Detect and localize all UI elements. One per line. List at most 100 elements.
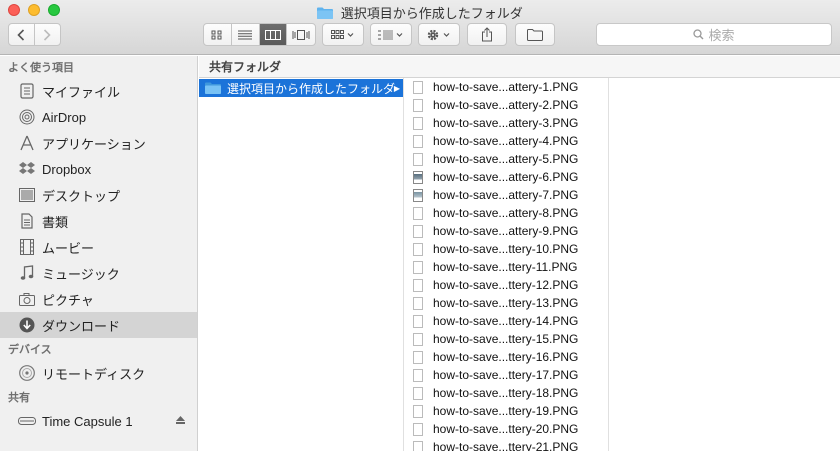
file-row[interactable]: how-to-save...ttery-21.PNG	[405, 438, 608, 451]
png-file-icon	[413, 386, 423, 400]
finder-column-2: how-to-save...attery-1.PNG how-to-save...…	[405, 78, 609, 451]
icon-view-icon	[211, 30, 222, 39]
column-view-button[interactable]	[259, 24, 288, 45]
selected-folder-row[interactable]: 選択項目から作成したフォルダ ▶	[199, 79, 403, 97]
file-row[interactable]: how-to-save...ttery-18.PNG	[405, 384, 608, 402]
sidebar-item-label: ダウンロード	[42, 318, 121, 334]
sidebar-item-pictures[interactable]: ピクチャ	[0, 286, 197, 312]
file-row[interactable]: how-to-save...attery-5.PNG	[405, 150, 608, 168]
file-name: how-to-save...ttery-21.PNG	[433, 440, 579, 451]
action-menu-button[interactable]	[418, 23, 460, 46]
file-row[interactable]: how-to-save...ttery-11.PNG	[405, 258, 608, 276]
png-file-icon	[413, 116, 423, 130]
file-row[interactable]: how-to-save...ttery-10.PNG	[405, 240, 608, 258]
file-name: how-to-save...attery-5.PNG	[433, 152, 579, 166]
sidebar-item-label: AirDrop	[42, 109, 87, 125]
file-name: how-to-save...attery-2.PNG	[433, 98, 579, 112]
file-row[interactable]: how-to-save...ttery-19.PNG	[405, 402, 608, 420]
png-file-icon	[413, 134, 423, 148]
file-row[interactable]: how-to-save...attery-9.PNG	[405, 222, 608, 240]
sidebar-item-downloads[interactable]: ダウンロード	[0, 312, 197, 338]
file-row[interactable]: how-to-save...ttery-15.PNG	[405, 330, 608, 348]
sidebar-item-dropbox[interactable]: Dropbox	[0, 156, 197, 182]
search-field[interactable]: 検索	[596, 23, 832, 46]
sidebar-item-movies[interactable]: ムービー	[0, 234, 197, 260]
file-row[interactable]: how-to-save...attery-4.PNG	[405, 132, 608, 150]
all-files-icon	[18, 82, 36, 100]
music-icon	[18, 264, 36, 282]
sidebar-item-documents[interactable]: 書類	[0, 208, 197, 234]
disclosure-arrow-icon: ▶	[393, 83, 400, 93]
sidebar-heading-shared: 共有	[8, 392, 30, 404]
download-arrow-icon	[18, 316, 36, 334]
gear-icon	[427, 29, 450, 40]
sidebar-item-label: 書類	[42, 214, 69, 230]
camera-icon	[18, 290, 36, 308]
documents-icon	[18, 212, 36, 230]
png-file-icon	[413, 404, 423, 418]
eject-icon[interactable]	[176, 415, 185, 427]
file-row[interactable]: how-to-save...attery-3.PNG	[405, 114, 608, 132]
sidebar-item-applications[interactable]: アプリケーション	[0, 130, 197, 156]
folder-name: 選択項目から作成したフォルダ	[227, 81, 396, 96]
folder-outline-icon	[527, 28, 543, 41]
finder-column-1: 選択項目から作成したフォルダ ▶	[199, 78, 404, 451]
sidebar: よく使う項目 マイファイル AirDrop アプリケーション Dropbox デ…	[0, 56, 198, 451]
file-row[interactable]: how-to-save...ttery-12.PNG	[405, 276, 608, 294]
sidebar-item-all-files[interactable]: マイファイル	[0, 78, 197, 104]
toolbar: 選択項目から作成したフォルダ 検索	[0, 0, 840, 55]
file-row[interactable]: how-to-save...ttery-17.PNG	[405, 366, 608, 384]
desktop-icon	[18, 186, 36, 204]
file-row[interactable]: how-to-save...attery-2.PNG	[405, 96, 608, 114]
file-row[interactable]: how-to-save...attery-8.PNG	[405, 204, 608, 222]
png-file-icon	[413, 206, 423, 220]
list-view-button[interactable]	[232, 24, 260, 45]
cover-flow-button[interactable]	[287, 24, 315, 45]
column-header: 共有フォルダ	[199, 56, 840, 78]
file-name: how-to-save...attery-3.PNG	[433, 116, 579, 130]
new-folder-button[interactable]	[515, 23, 555, 46]
list-view-icon	[238, 30, 253, 39]
sidebar-item-label: ムービー	[42, 240, 95, 256]
file-row[interactable]: how-to-save...attery-6.PNG	[405, 168, 608, 186]
file-row[interactable]: how-to-save...ttery-20.PNG	[405, 420, 608, 438]
share-button[interactable]	[467, 23, 507, 46]
file-row[interactable]: how-to-save...ttery-13.PNG	[405, 294, 608, 312]
png-file-icon	[413, 188, 423, 202]
file-row[interactable]: how-to-save...attery-1.PNG	[405, 78, 608, 96]
time-capsule-icon	[18, 412, 36, 430]
sidebar-item-airdrop[interactable]: AirDrop	[0, 104, 197, 130]
sidebar-item-music[interactable]: ミュージック	[0, 260, 197, 286]
png-file-icon	[413, 170, 423, 184]
view-mode-control	[203, 23, 316, 46]
window-title-bar: 選択項目から作成したフォルダ	[0, 3, 840, 22]
png-file-icon	[413, 278, 423, 292]
png-file-icon	[413, 296, 423, 310]
search-icon	[693, 29, 704, 40]
group-by-button[interactable]	[370, 23, 412, 46]
png-file-icon	[413, 98, 423, 112]
png-file-icon	[413, 332, 423, 346]
forward-button[interactable]	[35, 24, 60, 45]
png-file-icon	[413, 224, 423, 238]
finder-window: 選択項目から作成したフォルダ 検索 よく使う項目 マイファイル AirDrop …	[0, 0, 840, 451]
icon-view-button[interactable]	[204, 24, 232, 45]
file-name: how-to-save...ttery-19.PNG	[433, 404, 579, 418]
folder-icon	[205, 82, 221, 94]
file-name: how-to-save...attery-8.PNG	[433, 206, 579, 220]
file-name: how-to-save...attery-1.PNG	[433, 80, 579, 94]
sidebar-heading-devices: デバイス	[8, 344, 52, 356]
file-row[interactable]: how-to-save...ttery-14.PNG	[405, 312, 608, 330]
sidebar-item-time-capsule[interactable]: Time Capsule 1	[0, 408, 197, 434]
arrange-button[interactable]	[322, 23, 364, 46]
movies-icon	[18, 238, 36, 256]
back-button[interactable]	[9, 24, 35, 45]
sidebar-item-remote-disc[interactable]: リモートディスク	[0, 360, 197, 386]
sidebar-item-desktop[interactable]: デスクトップ	[0, 182, 197, 208]
disc-icon	[18, 364, 36, 382]
arrange-grid-icon	[331, 29, 354, 39]
file-row[interactable]: how-to-save...ttery-16.PNG	[405, 348, 608, 366]
file-row[interactable]: how-to-save...attery-7.PNG	[405, 186, 608, 204]
file-name: how-to-save...ttery-10.PNG	[433, 242, 579, 256]
sidebar-item-label: ミュージック	[42, 266, 120, 282]
